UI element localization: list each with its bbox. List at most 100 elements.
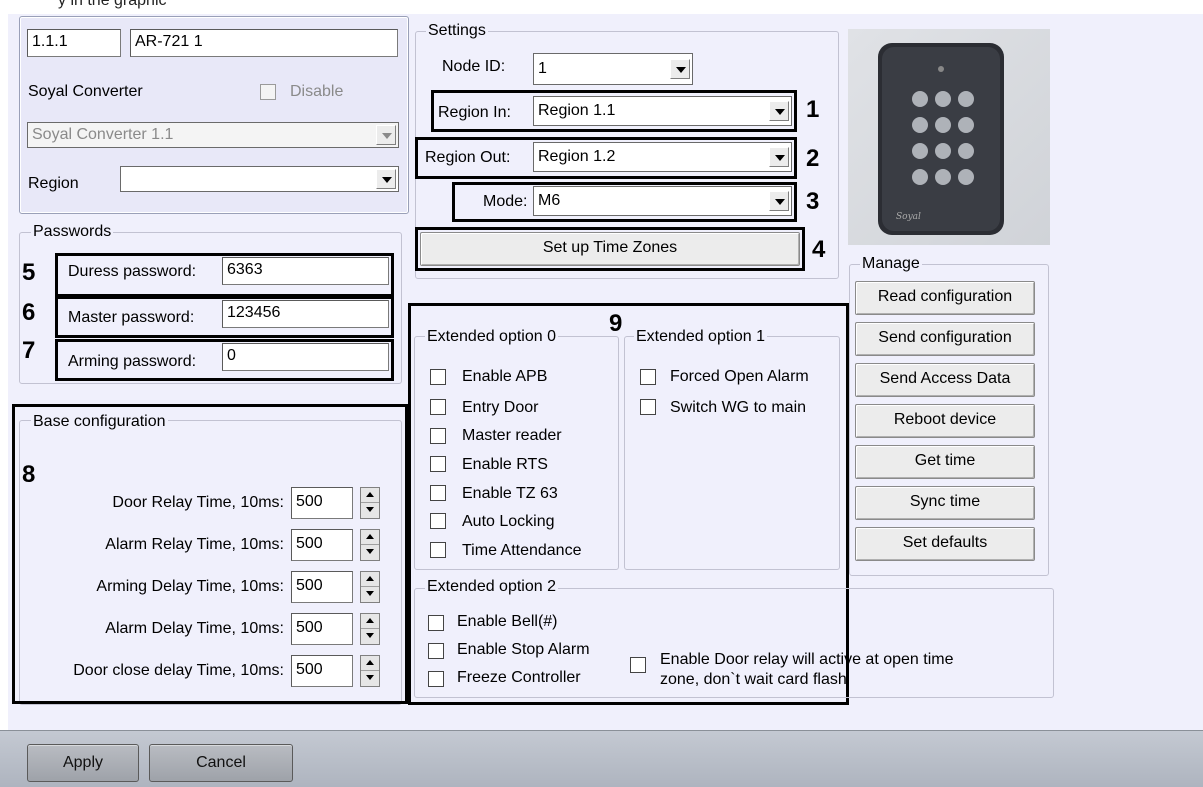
spin-down-icon[interactable]	[361, 671, 379, 686]
get-time-button[interactable]: Get time	[855, 445, 1035, 479]
spin-up-icon[interactable]	[361, 530, 379, 545]
alarm-relay-time-input[interactable]: 500	[291, 529, 353, 561]
alarm-relay-time-spinner[interactable]	[360, 529, 380, 561]
entry-door-label: Entry Door	[462, 399, 539, 416]
enable-rts-checkbox[interactable]	[430, 456, 446, 472]
forced-open-alarm-label: Forced Open Alarm	[670, 368, 809, 385]
node-id-label: Node ID:	[442, 58, 506, 75]
sync-time-button[interactable]: Sync time	[855, 486, 1035, 520]
converter-select-value: Soyal Converter 1.1	[32, 126, 174, 143]
enable-apb-label: Enable APB	[462, 368, 548, 385]
spin-down-icon[interactable]	[361, 629, 379, 644]
door-close-delay-time-input[interactable]: 500	[291, 655, 353, 687]
ext-option-0-title: Extended option 0	[425, 328, 558, 346]
marker-2: 2	[806, 145, 820, 172]
manage-title: Manage	[860, 255, 922, 273]
spin-up-icon[interactable]	[361, 656, 379, 671]
reboot-device-button[interactable]: Reboot device	[855, 404, 1035, 438]
door-relay-open-zone-label-line2: zone, don`t wait card flash	[660, 671, 847, 688]
set-defaults-button[interactable]: Set defaults	[855, 527, 1035, 561]
spin-down-icon[interactable]	[361, 503, 379, 518]
device-address-field[interactable]: 1.1.1	[27, 29, 121, 57]
duress-password-label: Duress password:	[68, 263, 197, 280]
marker-6: 6	[22, 299, 36, 326]
auto-locking-checkbox[interactable]	[430, 513, 446, 529]
read-configuration-button[interactable]: Read configuration	[855, 281, 1035, 315]
region-out-select-value: Region 1.2	[538, 148, 616, 165]
alarm-relay-time-label: Alarm Relay Time, 10ms:	[105, 536, 284, 553]
settings-title: Settings	[426, 22, 488, 40]
arming-delay-time-spinner[interactable]	[360, 571, 380, 603]
disable-label: Disable	[290, 83, 344, 100]
spin-up-icon[interactable]	[361, 614, 379, 629]
disable-checkbox[interactable]	[260, 84, 276, 100]
enable-bell-checkbox[interactable]	[428, 615, 444, 631]
door-relay-open-zone-checkbox[interactable]	[630, 657, 646, 673]
svg-text:Soyal: Soyal	[896, 212, 921, 222]
passwords-title: Passwords	[31, 223, 114, 241]
time-attendance-checkbox[interactable]	[430, 542, 446, 558]
chevron-down-icon[interactable]	[769, 191, 789, 211]
door-close-delay-time-spinner[interactable]	[360, 655, 380, 687]
chevron-down-icon[interactable]	[670, 59, 690, 79]
door-relay-open-zone-label-line1: Enable Door relay will active at open ti…	[660, 651, 954, 668]
spin-up-icon[interactable]	[361, 572, 379, 587]
apply-button[interactable]: Apply	[27, 744, 139, 782]
master-password-input[interactable]: 123456	[222, 300, 389, 328]
marker-1: 1	[806, 96, 820, 123]
forced-open-alarm-checkbox[interactable]	[640, 369, 656, 385]
spin-down-icon[interactable]	[361, 545, 379, 560]
mode-select[interactable]: M6	[533, 186, 792, 216]
door-relay-time-label: Door Relay Time, 10ms:	[112, 494, 284, 511]
enable-tz63-checkbox[interactable]	[430, 485, 446, 501]
switch-wg-checkbox[interactable]	[640, 399, 656, 415]
top-caption: y in the graphic	[58, 0, 167, 9]
spin-up-icon[interactable]	[361, 488, 379, 503]
enable-stop-alarm-label: Enable Stop Alarm	[457, 641, 590, 658]
master-reader-checkbox[interactable]	[430, 428, 446, 444]
region-select[interactable]	[120, 166, 399, 192]
door-relay-time-input[interactable]: 500	[291, 487, 353, 519]
top-caption-strip: y in the graphic	[0, 0, 1203, 14]
duress-password-input[interactable]: 6363	[222, 257, 389, 285]
marker-8: 8	[22, 461, 36, 488]
base-config-title: Base configuration	[31, 413, 168, 431]
alarm-delay-time-spinner[interactable]	[360, 613, 380, 645]
region-out-label: Region Out:	[425, 149, 511, 166]
chevron-down-icon[interactable]	[769, 147, 789, 167]
enable-apb-checkbox[interactable]	[430, 369, 446, 385]
set-up-time-zones-button[interactable]: Set up Time Zones	[420, 232, 800, 266]
chevron-down-icon[interactable]	[376, 169, 396, 189]
arming-password-input[interactable]: 0	[222, 343, 389, 371]
marker-7: 7	[22, 337, 36, 364]
keypad-reader-icon: Soyal	[878, 43, 1004, 235]
marker-3: 3	[806, 188, 820, 215]
node-id-select-value: 1	[538, 60, 547, 77]
device-name-field[interactable]: AR-721 1	[130, 29, 398, 57]
cancel-button[interactable]: Cancel	[149, 744, 293, 782]
entry-door-checkbox[interactable]	[430, 399, 446, 415]
converter-select[interactable]: Soyal Converter 1.1	[27, 122, 399, 148]
node-id-select[interactable]: 1	[533, 53, 693, 85]
arming-delay-time-label: Arming Delay Time, 10ms:	[96, 578, 284, 595]
alarm-delay-time-label: Alarm Delay Time, 10ms:	[105, 620, 284, 637]
chevron-down-icon[interactable]	[769, 101, 789, 121]
spin-down-icon[interactable]	[361, 587, 379, 602]
send-configuration-button[interactable]: Send configuration	[855, 322, 1035, 356]
master-password-label: Master password:	[68, 309, 195, 326]
region-in-select[interactable]: Region 1.1	[533, 96, 792, 126]
master-reader-label: Master reader	[462, 427, 562, 444]
alarm-delay-time-input[interactable]: 500	[291, 613, 353, 645]
chevron-down-icon[interactable]	[376, 125, 396, 145]
region-label: Region	[28, 175, 79, 192]
door-relay-time-spinner[interactable]	[360, 487, 380, 519]
time-attendance-label: Time Attendance	[462, 542, 582, 559]
ext-option-2-title: Extended option 2	[425, 578, 558, 596]
marker-9: 9	[609, 310, 623, 337]
region-out-select[interactable]: Region 1.2	[533, 142, 792, 172]
enable-stop-alarm-checkbox[interactable]	[428, 643, 444, 659]
arming-delay-time-input[interactable]: 500	[291, 571, 353, 603]
send-access-data-button[interactable]: Send Access Data	[855, 363, 1035, 397]
freeze-controller-checkbox[interactable]	[428, 671, 444, 687]
converter-label: Soyal Converter	[28, 83, 143, 100]
